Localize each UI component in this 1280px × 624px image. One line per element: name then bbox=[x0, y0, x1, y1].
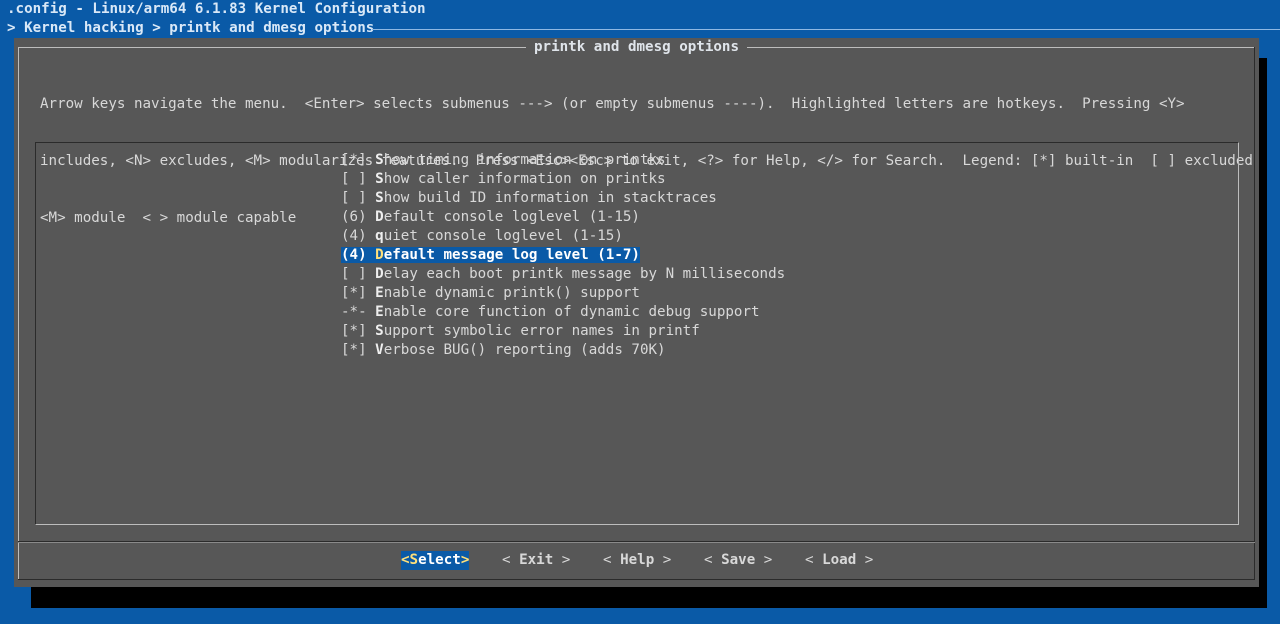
item-state: -*- bbox=[341, 304, 376, 320]
dialog-title: printk and dmesg options bbox=[526, 38, 747, 57]
menu-item-boot-printk-delay[interactable]: [ ] Delay each boot printk message by N … bbox=[341, 265, 785, 284]
item-hotkey: V bbox=[375, 342, 384, 358]
item-hotkey: D bbox=[375, 247, 384, 263]
item-hotkey: D bbox=[375, 209, 384, 225]
item-label: how caller information on printks bbox=[383, 171, 666, 187]
load-button[interactable]: < Load > bbox=[805, 551, 873, 570]
item-hotkey: S bbox=[375, 323, 384, 339]
item-hotkey: E bbox=[375, 285, 384, 301]
help-line: Arrow keys navigate the menu. <Enter> se… bbox=[40, 96, 1185, 112]
help-button[interactable]: < Help > bbox=[603, 551, 671, 570]
window-title: .config - Linux/arm64 6.1.83 Kernel Conf… bbox=[7, 1, 426, 17]
menu-item-quiet-console-loglevel[interactable]: (4) quiet console loglevel (1-15) bbox=[341, 227, 785, 246]
item-hotkey: S bbox=[375, 190, 384, 206]
menu-item-default-console-loglevel[interactable]: (6) Default console loglevel (1-15) bbox=[341, 208, 785, 227]
terminal-screen: .config - Linux/arm64 6.1.83 Kernel Conf… bbox=[0, 0, 1280, 624]
menu-item-dynamic-printk[interactable]: [*] Enable dynamic printk() support bbox=[341, 284, 785, 303]
menu-item-dynamic-debug-core[interactable]: -*- Enable core function of dynamic debu… bbox=[341, 303, 785, 322]
item-hotkey: q bbox=[375, 228, 384, 244]
menuconfig-dialog: printk and dmesg options Arrow keys navi… bbox=[14, 38, 1259, 587]
item-label: nable dynamic printk() support bbox=[383, 285, 640, 301]
item-state: [*] bbox=[341, 323, 376, 339]
item-state: [ ] bbox=[341, 266, 376, 282]
menu-item-verbose-bug[interactable]: [*] Verbose BUG() reporting (adds 70K) bbox=[341, 341, 785, 360]
item-label: uiet console loglevel (1-15) bbox=[383, 228, 623, 244]
breadcrumb: > Kernel hacking > printk and dmesg opti… bbox=[7, 20, 375, 36]
item-label: how timing information on printks bbox=[383, 152, 666, 168]
item-state: [ ] bbox=[341, 171, 376, 187]
button-separator-highlight bbox=[18, 542, 1255, 543]
breadcrumb-rule bbox=[372, 29, 1280, 30]
item-label: nable core function of dynamic debug sup… bbox=[383, 304, 760, 320]
item-state: [ ] bbox=[341, 190, 376, 206]
item-label: upport symbolic error names in printf bbox=[383, 323, 700, 339]
exit-button[interactable]: < Exit > bbox=[502, 551, 570, 570]
button-bar: <Select> < Exit > < Help > < Save > < Lo… bbox=[14, 551, 1259, 570]
menu-item-show-timing[interactable]: [*] Show timing information on printks bbox=[341, 151, 785, 170]
option-list: [*] Show timing information on printks [… bbox=[341, 151, 785, 360]
dialog-border-bottom bbox=[18, 579, 1255, 580]
dialog-border-left bbox=[18, 47, 19, 580]
item-hotkey: D bbox=[375, 266, 384, 282]
dialog-border-right bbox=[1254, 47, 1255, 580]
item-label: how build ID information in stacktraces bbox=[383, 190, 717, 206]
menu-item-show-caller[interactable]: [ ] Show caller information on printks bbox=[341, 170, 785, 189]
item-state: [*] bbox=[341, 342, 376, 358]
item-state: [*] bbox=[341, 285, 376, 301]
menu-item-default-message-log-level[interactable]: (4) Default message log level (1-7) bbox=[341, 246, 785, 265]
item-label: efault message log level (1-7) bbox=[383, 247, 640, 263]
menu-item-symbolic-error-names[interactable]: [*] Support symbolic error names in prin… bbox=[341, 322, 785, 341]
item-label: erbose BUG() reporting (adds 70K) bbox=[383, 342, 666, 358]
item-label: efault console loglevel (1-15) bbox=[383, 209, 640, 225]
item-state: (4) bbox=[341, 247, 376, 263]
item-hotkey: S bbox=[375, 171, 384, 187]
item-state: [*] bbox=[341, 152, 376, 168]
select-button[interactable]: <Select> bbox=[401, 551, 470, 570]
item-hotkey: S bbox=[375, 152, 384, 168]
item-hotkey: E bbox=[375, 304, 384, 320]
item-label: elay each boot printk message by N milli… bbox=[383, 266, 786, 282]
menu-item-show-build-id[interactable]: [ ] Show build ID information in stacktr… bbox=[341, 189, 785, 208]
save-button[interactable]: < Save > bbox=[704, 551, 772, 570]
item-state: (6) bbox=[341, 209, 376, 225]
item-state: (4) bbox=[341, 228, 376, 244]
